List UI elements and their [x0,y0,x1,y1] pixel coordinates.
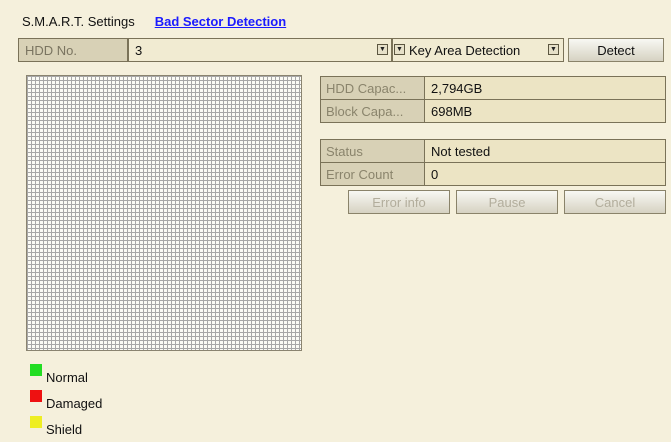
table-row: HDD Capac... 2,794GB [321,77,665,100]
status-value: Not tested [425,140,665,162]
chevron-down-icon[interactable]: ▼ [377,44,388,55]
table-row: Block Capa... 698MB [321,100,665,123]
legend-label: Shield [46,422,83,437]
cancel-button[interactable]: Cancel [564,190,666,214]
detection-mode-select[interactable]: ▼ Key Area Detection ▼ [392,38,564,62]
tab-smart-settings[interactable]: S.M.A.R.T. Settings [22,14,135,29]
pause-button[interactable]: Pause [456,190,558,214]
detect-button[interactable]: Detect [568,38,664,62]
error-info-button[interactable]: Error info [348,190,450,214]
hdd-no-value: 3 [135,42,143,58]
sector-grid [26,75,302,351]
hdd-capacity-value: 2,794GB [425,77,665,99]
hdd-capacity-label: HDD Capac... [321,77,425,99]
block-capacity-label: Block Capa... [321,100,425,122]
shield-swatch [30,416,42,428]
chevron-down-icon[interactable]: ▼ [548,44,559,55]
status-label: Status [321,140,425,162]
tab-bad-sector-detection[interactable]: Bad Sector Detection [155,14,286,29]
block-capacity-value: 698MB [425,100,665,122]
damaged-swatch [30,390,42,402]
error-count-label: Error Count [321,163,425,185]
chevron-down-icon[interactable]: ▼ [394,44,405,55]
legend: Normal Damaged Shield [30,364,102,442]
legend-item-shield: Shield [30,416,102,442]
tab-bar: S.M.A.R.T. Settings Bad Sector Detection [22,11,306,31]
detection-controls: HDD No. 3 ▼ ▼ Key Area Detection ▼ Detec… [18,38,666,64]
legend-item-normal: Normal [30,364,102,390]
normal-swatch [30,364,42,376]
detection-mode-value: Key Area Detection [409,42,521,58]
legend-label: Normal [46,370,88,385]
table-row: Error Count 0 [321,163,665,186]
legend-item-damaged: Damaged [30,390,102,416]
error-count-value: 0 [425,163,665,185]
hdd-no-label: HDD No. [18,38,128,62]
hdd-no-select[interactable]: 3 ▼ [128,38,392,62]
capacity-table: HDD Capac... 2,794GB Block Capa... 698MB [320,76,666,123]
legend-label: Damaged [46,396,103,411]
status-table: Status Not tested Error Count 0 [320,139,666,186]
table-row: Status Not tested [321,140,665,163]
